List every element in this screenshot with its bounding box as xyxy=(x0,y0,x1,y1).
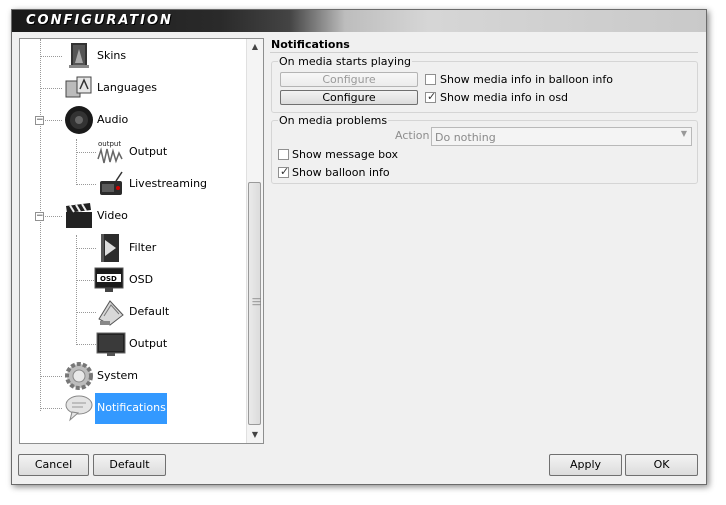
chevron-down-icon: ▼ xyxy=(680,129,687,138)
tree-connector xyxy=(76,280,96,281)
tree-connector xyxy=(40,56,62,57)
balloon-info-checkbox[interactable]: ✓ xyxy=(278,165,290,178)
title-bar[interactable]: CONFIGURATION xyxy=(12,10,706,32)
audio-output-icon: output xyxy=(97,140,123,164)
checkmark-icon: ✓ xyxy=(427,90,437,103)
apply-button[interactable]: Apply xyxy=(549,454,622,476)
tree-item-default[interactable]: Default xyxy=(76,297,236,327)
svg-text:OSD: OSD xyxy=(100,275,117,283)
speaker-icon xyxy=(65,106,93,134)
media-problems-group: On media problems Action Do nothing ▼ Sh… xyxy=(271,114,698,184)
tree-item-livestreaming[interactable]: Livestreaming xyxy=(76,169,236,199)
balloon-info-checkbox[interactable] xyxy=(425,74,436,85)
tree-connector xyxy=(40,88,62,89)
monitor-icon xyxy=(96,332,126,356)
tree-item-filter[interactable]: Filter xyxy=(76,233,236,263)
action-select[interactable]: Do nothing ▼ xyxy=(431,127,692,146)
tree-item-label: System xyxy=(97,369,139,382)
action-select-value: Do nothing xyxy=(435,131,496,144)
tree-item-label: Languages xyxy=(97,81,158,94)
message-box-checkbox[interactable] xyxy=(278,149,289,160)
osd-icon: OSD xyxy=(94,267,124,292)
scroll-thumb[interactable]: — — — xyxy=(248,182,261,425)
filter-icon xyxy=(101,234,119,262)
tree-connector xyxy=(76,184,96,185)
scroll-up-icon[interactable]: ▲ xyxy=(247,39,263,55)
group-legend: On media problems xyxy=(278,114,389,127)
action-label: Action xyxy=(395,129,430,142)
configuration-window: CONFIGURATION Skins Languages − Audio ou… xyxy=(11,9,707,485)
tree-item-label: Skins xyxy=(97,49,127,62)
osd-info-checkbox[interactable]: ✓ xyxy=(425,90,437,103)
tree-connector xyxy=(45,216,62,217)
tree-connector xyxy=(76,152,96,153)
configure-osd-button[interactable]: Configure xyxy=(280,90,418,105)
tree-item-languages[interactable]: Languages xyxy=(40,73,240,103)
livestreaming-icon xyxy=(100,171,123,195)
tree-item-label: Audio xyxy=(97,113,129,126)
section-title: Notifications xyxy=(271,38,350,51)
collapse-icon[interactable]: − xyxy=(35,212,44,221)
tree-item-notifications[interactable]: Notifications xyxy=(40,393,240,424)
tree-connector xyxy=(76,344,96,345)
configure-balloon-button[interactable]: Configure xyxy=(280,72,418,87)
tree-item-label: Default xyxy=(129,305,170,318)
speech-bubble-icon xyxy=(65,395,93,422)
settings-tree[interactable]: Skins Languages − Audio output Output Li… xyxy=(19,38,264,444)
message-box-label: Show message box xyxy=(292,148,398,161)
gear-icon xyxy=(65,362,93,390)
tree-item-label: Livestreaming xyxy=(129,177,208,190)
tree-item-label: OSD xyxy=(129,273,154,286)
tree-item-label: Output xyxy=(129,337,168,350)
media-start-group: On media starts playing Configure Show m… xyxy=(271,55,698,113)
svg-text:output: output xyxy=(98,140,121,148)
scroll-down-icon[interactable]: ▼ xyxy=(247,427,263,443)
clapperboard-icon xyxy=(66,203,92,228)
tree-connector xyxy=(76,312,96,313)
tree-item-label: Output xyxy=(129,145,168,158)
tree-item-system[interactable]: System xyxy=(40,361,240,391)
cancel-button[interactable]: Cancel xyxy=(18,454,89,476)
section-divider xyxy=(270,52,698,53)
tree-connector xyxy=(76,248,96,249)
osd-info-label: Show media info in osd xyxy=(440,91,569,104)
default-icon xyxy=(98,300,124,326)
default-button[interactable]: Default xyxy=(93,454,166,476)
window-title: CONFIGURATION xyxy=(26,13,173,28)
skins-icon xyxy=(69,43,89,68)
tree-item-audio-output[interactable]: output Output xyxy=(76,137,236,167)
collapse-icon[interactable]: − xyxy=(35,116,44,125)
tree-item-video[interactable]: − Video xyxy=(35,201,240,231)
grip-icon: — — — xyxy=(252,294,261,310)
tree-connector xyxy=(40,408,62,409)
group-legend: On media starts playing xyxy=(278,55,413,68)
checkmark-icon: ✓ xyxy=(280,165,290,178)
tree-item-video-output[interactable]: Output xyxy=(76,329,236,359)
tree-item-label: Filter xyxy=(129,241,157,254)
languages-icon xyxy=(65,76,92,98)
ok-button[interactable]: OK xyxy=(625,454,698,476)
tree-item-label: Notifications xyxy=(95,393,167,424)
balloon-info-label: Show media info in balloon info xyxy=(440,73,613,86)
tree-connector xyxy=(40,376,62,377)
tree-connector xyxy=(45,120,62,121)
tree-item-audio[interactable]: − Audio xyxy=(35,105,240,135)
balloon-info-label: Show balloon info xyxy=(292,166,390,179)
tree-item-skins[interactable]: Skins xyxy=(40,41,240,71)
tree-item-label: Video xyxy=(97,209,128,222)
tree-item-osd[interactable]: OSD OSD xyxy=(76,265,236,295)
tree-scrollbar[interactable]: ▲ — — — ▼ xyxy=(246,39,263,443)
